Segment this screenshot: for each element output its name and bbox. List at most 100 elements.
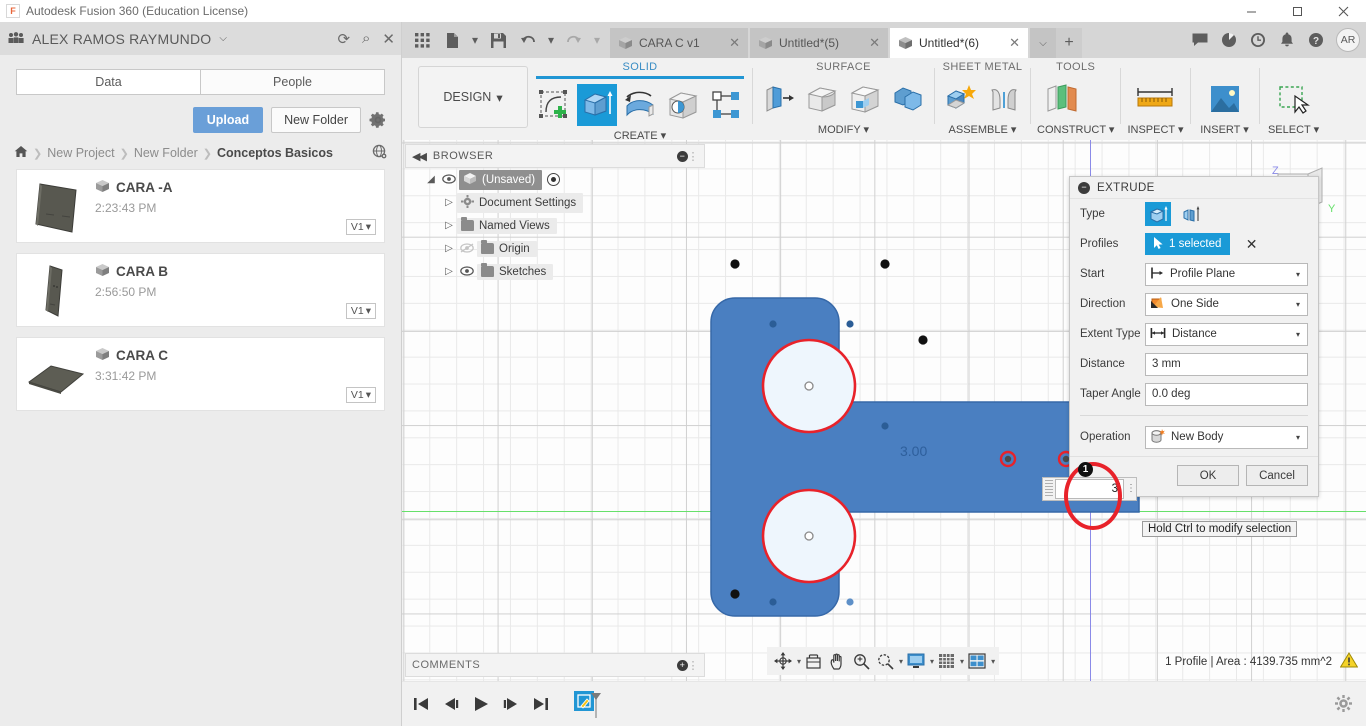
profiles-clear-icon[interactable]: ✕ — [1246, 236, 1258, 252]
browser-item-label-wrap[interactable]: Named Views — [457, 217, 557, 234]
undo-caret-icon[interactable]: ▾ — [544, 26, 558, 54]
viewports-icon[interactable] — [965, 649, 989, 673]
browser-row-unsaved[interactable]: ◢ (Unsaved) — [405, 168, 705, 191]
new-document-caret-icon[interactable]: ▾ — [468, 26, 482, 54]
browser-item-label-wrap[interactable]: Sketches — [477, 263, 554, 280]
expand-arrow-icon[interactable]: ▷ — [441, 197, 457, 208]
orbit-icon[interactable] — [771, 649, 795, 673]
ribbon-group-inspect-label[interactable]: INSPECT ▾ — [1127, 121, 1183, 136]
browser-item-label-wrap[interactable]: Document Settings — [457, 192, 584, 213]
browser-row-sketches[interactable]: ▷ Sketches — [405, 260, 705, 283]
new-component-icon[interactable] — [941, 78, 981, 120]
expand-arrow-icon[interactable]: ▷ — [441, 220, 457, 231]
timeline-sketch-feature-icon[interactable] — [574, 691, 601, 718]
start-dropdown[interactable]: Profile Plane ▾ — [1145, 262, 1308, 286]
distance-input[interactable]: 3 mm — [1145, 352, 1308, 376]
apps-grid-icon[interactable] — [408, 26, 436, 54]
select-window-icon[interactable] — [1266, 78, 1322, 120]
ribbon-group-select-label[interactable]: SELECT ▾ — [1266, 121, 1322, 136]
taper-angle-input[interactable]: 0.0 deg — [1145, 382, 1308, 406]
tab-list-dropdown[interactable]: ⌵ — [1030, 28, 1056, 58]
undo-icon[interactable] — [514, 26, 542, 54]
type-thin-button[interactable] — [1178, 202, 1204, 226]
avatar[interactable]: AR — [1336, 28, 1360, 52]
document-tab-cara-c[interactable]: CARA C v1 ✕ — [610, 28, 748, 58]
document-tab-untitled-5[interactable]: Untitled*(5) ✕ — [750, 28, 888, 58]
search-icon[interactable]: ⌕ — [362, 30, 370, 47]
extrude-dialog[interactable]: − EXTRUDE Type Profiles 1 selected ✕ Sta… — [1069, 176, 1319, 497]
insert-image-icon[interactable] — [1197, 78, 1253, 120]
resize-grip[interactable]: ⋮ — [688, 659, 700, 672]
sweep-hole-icon[interactable] — [663, 84, 703, 126]
version-badge[interactable]: V1 ▾ — [345, 219, 376, 235]
ribbon-tab-sheet-metal[interactable]: SHEET METAL — [941, 58, 1024, 73]
comments-panel[interactable]: COMMENTS + ⋮ — [405, 653, 705, 677]
minimize-icon[interactable]: − — [1078, 181, 1090, 194]
joint-icon[interactable] — [984, 78, 1024, 120]
add-comment-icon[interactable]: + — [677, 659, 688, 671]
offset-plane-icon[interactable] — [1037, 78, 1093, 120]
help-icon[interactable]: ? — [1303, 27, 1329, 53]
ribbon-tab-tools[interactable]: TOOLS — [1037, 58, 1114, 73]
chevron-down-icon[interactable]: ▾ — [797, 657, 801, 666]
visibility-eye-off-icon[interactable] — [457, 242, 477, 256]
close-button[interactable] — [1320, 0, 1366, 22]
gear-icon[interactable] — [1335, 695, 1352, 716]
home-icon[interactable] — [14, 145, 28, 161]
redo-icon[interactable] — [560, 26, 588, 54]
ribbon-group-assemble-label[interactable]: ASSEMBLE ▾ — [941, 121, 1024, 136]
drag-grip-icon[interactable] — [1045, 480, 1053, 498]
chevron-down-icon[interactable]: ▾ — [930, 657, 934, 666]
notification-bell-icon[interactable] — [1274, 27, 1300, 53]
close-icon[interactable]: ✕ — [1001, 35, 1020, 51]
list-item[interactable]: CARA -A 2:23:43 PM V1 ▾ — [16, 169, 385, 243]
type-solid-button[interactable] — [1145, 202, 1171, 226]
more-options-icon[interactable]: ⋮ — [1126, 484, 1136, 494]
look-at-icon[interactable] — [802, 649, 825, 673]
add-tab-button[interactable]: + — [1056, 28, 1082, 58]
cancel-button[interactable]: Cancel — [1246, 465, 1308, 486]
ribbon-group-insert-label[interactable]: INSERT ▾ — [1197, 121, 1253, 136]
job-status-icon[interactable] — [1216, 27, 1242, 53]
close-icon[interactable]: ✕ — [721, 35, 740, 51]
chevron-down-icon[interactable]: ▾ — [899, 657, 903, 666]
profiles-select-button[interactable]: 1 selected — [1145, 233, 1231, 255]
save-icon[interactable] — [484, 26, 512, 54]
visibility-eye-icon[interactable] — [439, 173, 459, 187]
browser-item-label-wrap[interactable]: (Unsaved) — [459, 169, 543, 190]
pan-icon[interactable] — [826, 649, 849, 673]
close-panel-icon[interactable]: ✕ — [382, 30, 395, 48]
minimize-icon[interactable]: − — [677, 150, 688, 162]
timeline-last-button[interactable] — [530, 693, 552, 715]
document-tab-untitled-6[interactable]: Untitled*(6) ✕ — [890, 28, 1028, 58]
tab-people[interactable]: People — [201, 69, 385, 95]
list-item[interactable]: CARA B 2:56:50 PM V1 ▾ — [16, 253, 385, 327]
timeline-first-button[interactable] — [410, 693, 432, 715]
expand-arrow-icon[interactable]: ▷ — [441, 243, 457, 254]
chevron-down-icon[interactable]: ▾ — [960, 657, 964, 666]
grid-snaps-icon[interactable] — [935, 649, 958, 673]
ribbon-group-modify-label[interactable]: MODIFY ▾ — [759, 121, 928, 136]
new-document-icon[interactable] — [438, 26, 466, 54]
direction-dropdown[interactable]: One Side ▾ — [1145, 292, 1308, 316]
extrude-icon[interactable] — [577, 84, 617, 126]
refresh-icon[interactable]: ⟳ — [337, 30, 350, 48]
minimize-button[interactable] — [1228, 0, 1274, 22]
chevron-down-icon[interactable]: ▾ — [991, 657, 995, 666]
pattern-icon[interactable] — [706, 84, 746, 126]
browser-row-named-views[interactable]: ▷ Named Views — [405, 214, 705, 237]
timeline-play-button[interactable] — [470, 693, 492, 715]
breadcrumb-item-project[interactable]: New Project — [47, 146, 114, 160]
list-item[interactable]: CARA C 3:31:42 PM V1 ▾ — [16, 337, 385, 411]
extent-type-dropdown[interactable]: Distance ▾ — [1145, 322, 1308, 346]
press-pull-icon[interactable] — [759, 78, 799, 120]
gear-icon[interactable] — [369, 111, 387, 129]
timeline-previous-button[interactable] — [440, 693, 462, 715]
expand-arrow-icon[interactable]: ▷ — [441, 266, 457, 277]
ribbon-tab-surface[interactable]: SURFACE — [759, 58, 928, 73]
chevron-down-icon[interactable]: ⌵ — [219, 33, 227, 44]
fillet-icon[interactable] — [802, 78, 842, 120]
recent-icon[interactable] — [1245, 27, 1271, 53]
comment-icon[interactable] — [1187, 27, 1213, 53]
zoom-window-icon[interactable] — [874, 649, 897, 673]
